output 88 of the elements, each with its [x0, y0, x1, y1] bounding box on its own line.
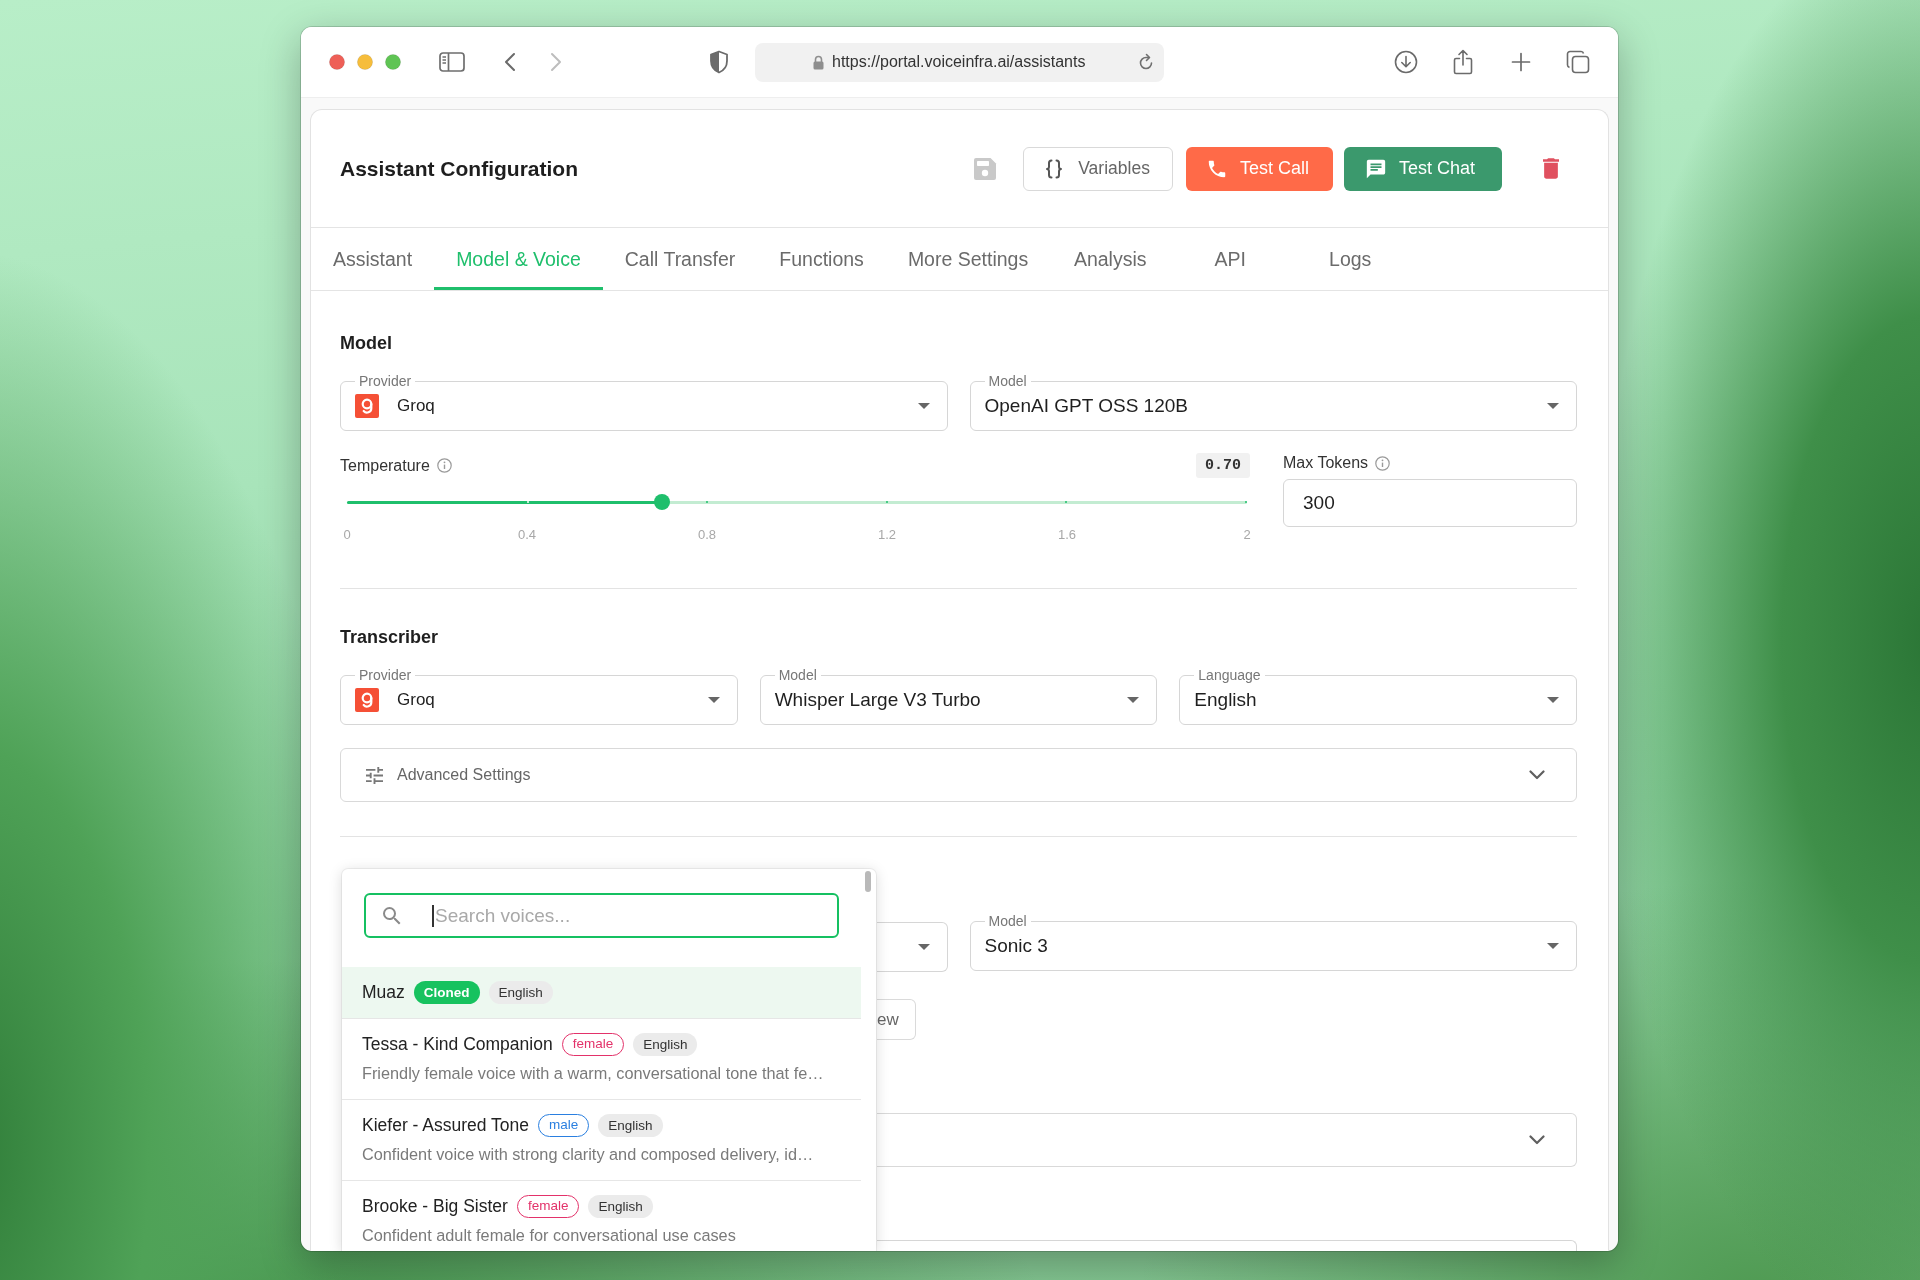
address-bar[interactable]: https://portal.voiceinfra.ai/assistants [755, 42, 1164, 82]
section-heading: Transcriber [340, 626, 440, 649]
slider-tick-label: 1.6 [1056, 527, 1078, 543]
page-title: Assistant Configuration [340, 156, 578, 181]
tag: Cloned [413, 980, 480, 1004]
test-chat-button[interactable]: Test Chat [1343, 146, 1502, 191]
voice-description: Confident voice with strong clarity and composed delivery, id… [362, 1144, 815, 1165]
select-field[interactable]: Model Sonic 3 [969, 913, 1577, 971]
tabs-icon[interactable] [1566, 50, 1590, 74]
voice-option[interactable]: Muaz Cloned English [342, 967, 861, 1019]
voice-name: Brooke - Big Sister [362, 1195, 508, 1217]
field-label: Provider [358, 667, 413, 683]
accordion[interactable]: Advanced Settings [340, 748, 1577, 802]
voice-name: Tessa - Kind Companion [362, 1033, 553, 1055]
sliders-icon [366, 766, 383, 784]
reload-icon[interactable] [1138, 53, 1154, 71]
slider-tick-label: 0.4 [516, 527, 538, 543]
voice-description: Friendly female voice with a warm, conversational tone that fe… [362, 1063, 825, 1084]
field-label: Model [987, 913, 1028, 929]
select-field[interactable] [877, 922, 948, 972]
logo-icon [355, 394, 379, 418]
caret-down-icon[interactable] [707, 697, 720, 703]
chat-bubble-icon [1364, 157, 1387, 180]
text-cursor-icon [432, 904, 434, 927]
voice-description: Confident adult female for conversational use cases [362, 1225, 737, 1246]
number-input[interactable]: 300 [1283, 479, 1577, 527]
text-button[interactable]: ew [877, 999, 916, 1040]
trash-icon [1543, 158, 1559, 179]
slider-thumb[interactable] [654, 494, 670, 510]
shield-icon[interactable] [709, 50, 729, 74]
tab[interactable]: Analysis [1050, 228, 1171, 290]
tag: English [633, 1032, 698, 1056]
tab[interactable]: Logs [1290, 228, 1411, 290]
voice-option[interactable]: Kiefer - Assured Tone male English Confident voice with strong clarity and composed delivery, id… [342, 1100, 861, 1181]
delete-button[interactable] [1543, 158, 1559, 179]
search-field[interactable]: Search voices... [364, 893, 839, 938]
tag: English [488, 980, 553, 1004]
sidebar-icon[interactable] [439, 52, 465, 72]
input-field[interactable] [877, 1240, 1577, 1251]
select-field[interactable]: Model Whisper Large V3 Turbo [759, 667, 1158, 725]
braces-icon [1046, 158, 1063, 179]
scrollbar[interactable] [865, 871, 871, 892]
search-icon [383, 906, 401, 925]
select-field[interactable]: Provider Groq [340, 667, 738, 725]
caret-down-icon[interactable] [917, 944, 930, 950]
tag: English [598, 1113, 663, 1137]
section-heading: Model [340, 332, 393, 355]
value-readout: 0.70 [1196, 453, 1250, 478]
download-icon[interactable] [1394, 50, 1418, 74]
logo-icon [355, 688, 379, 712]
window-control-icon[interactable] [385, 54, 401, 70]
voice-name: Muaz [362, 981, 405, 1003]
tab[interactable]: API [1170, 228, 1291, 290]
plus-icon[interactable] [1511, 52, 1531, 72]
window-control-icon[interactable] [329, 54, 345, 70]
info-icon [1375, 455, 1391, 471]
slider-track[interactable] [347, 493, 1247, 511]
caret-down-icon[interactable] [1547, 943, 1559, 949]
slider-tick-label: 1.2 [876, 527, 898, 543]
field-label: Model [987, 373, 1028, 389]
info-icon [436, 458, 452, 473]
variables-button[interactable]: Variables [1023, 146, 1173, 191]
caret-down-icon[interactable] [1547, 697, 1559, 703]
field-label: Max Tokens [1283, 454, 1369, 472]
select-field[interactable]: Language English [1179, 667, 1577, 725]
select-field[interactable]: Provider Groq [340, 373, 948, 431]
field-label: Temperature [340, 456, 430, 475]
tab[interactable]: More Settings [885, 228, 1051, 290]
caret-down-icon[interactable] [1547, 403, 1559, 409]
share-icon[interactable] [1453, 49, 1473, 75]
slider-tick-label: 0 [342, 527, 352, 543]
select-field[interactable]: Model OpenAI GPT OSS 120B [969, 373, 1577, 431]
voice-name: Kiefer - Assured Tone [362, 1114, 529, 1136]
caret-down-icon[interactable] [917, 403, 930, 409]
tab[interactable]: Functions [757, 228, 886, 290]
tab[interactable]: Assistant [311, 228, 435, 290]
caret-down-icon[interactable] [1127, 697, 1140, 703]
voice-option[interactable]: Tessa - Kind Companion female English Friendly female voice with a warm, conversational tone that fe… [342, 1019, 861, 1100]
field-label: Language [1197, 667, 1262, 683]
tab[interactable]: Call Transfer [602, 228, 758, 290]
field-label: Provider [358, 373, 413, 389]
back-icon[interactable] [504, 52, 516, 72]
slider-tick-label: 2 [1242, 527, 1252, 543]
field-label: Model [777, 667, 818, 683]
voice-option[interactable]: Brooke - Big Sister female English Confident adult female for conversational use cases [342, 1181, 861, 1251]
lock-icon [813, 54, 824, 70]
slider-tick-label: 0.8 [696, 527, 718, 543]
tag: English [588, 1194, 653, 1218]
